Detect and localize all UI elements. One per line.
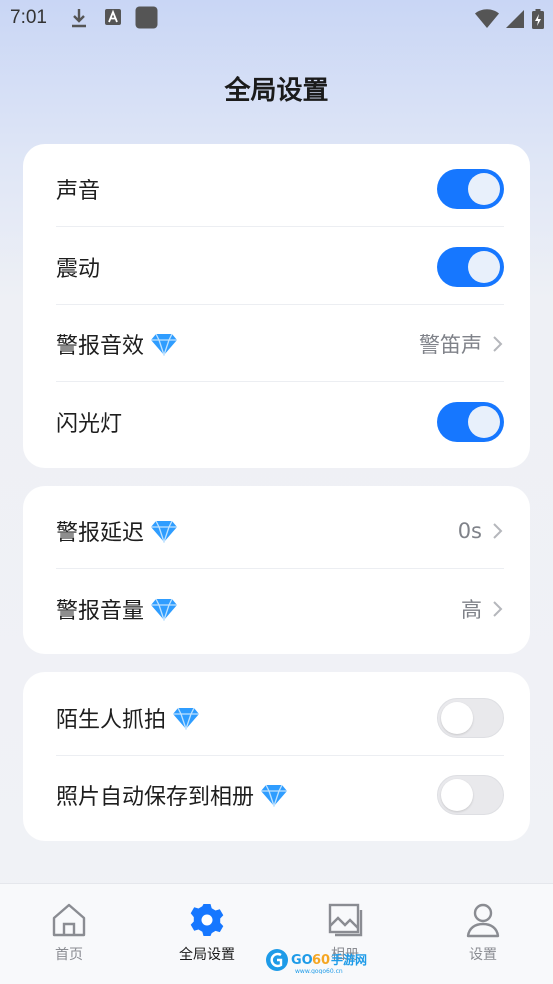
chevron-right-icon (493, 600, 503, 617)
stranger-capture-label: 陌生人抓拍 (56, 707, 167, 733)
alarm-volume-label: 警报音量 (56, 598, 145, 624)
row-label: 警报音效 (56, 328, 178, 360)
stranger-capture-toggle[interactable] (437, 697, 504, 738)
svg-text:GO: GO (291, 953, 313, 968)
row-sound[interactable]: 声音 (56, 150, 504, 227)
value-text: 0s (457, 518, 482, 543)
alarm-sound-value: 警笛声 (419, 329, 504, 359)
row-label: 震动 (56, 251, 100, 283)
diamond-icon (151, 598, 178, 621)
chevron-right-icon (493, 335, 503, 352)
diamond-icon (151, 333, 178, 356)
gear-icon (190, 904, 224, 936)
row-label: 警报延迟 (56, 515, 178, 547)
flashlight-toggle[interactable] (437, 401, 504, 442)
flashlight-label: 闪光灯 (56, 411, 123, 437)
vibration-label: 震动 (56, 256, 101, 282)
row-label: 陌生人抓拍 (56, 702, 200, 734)
row-stranger-capture[interactable]: 陌生人抓拍 (56, 679, 504, 756)
row-alarm-delay[interactable]: 警报延迟 0s (56, 492, 504, 569)
user-icon (466, 903, 500, 938)
toggle-knob (468, 250, 500, 283)
watermark-logo: GO 60 手游网 www.gogo60.cn (266, 949, 367, 974)
toggle-knob (468, 405, 500, 438)
chevron-right-icon (493, 522, 503, 539)
diamond-icon (261, 784, 288, 807)
toggle-knob (468, 172, 500, 205)
row-label: 闪光灯 (56, 406, 122, 438)
alarm-delay-value: 0s (458, 519, 504, 543)
nav-settings[interactable]: 设置 (437, 902, 529, 964)
app-square-icon (135, 6, 158, 29)
nav-global-settings-label: 全局设置 (179, 947, 235, 963)
keyboard-a-icon (105, 9, 121, 25)
vibration-toggle[interactable] (437, 246, 504, 287)
settings-group-3: 陌生人抓拍 照片自动保存到相册 (23, 672, 530, 841)
status-time: 7:01 (10, 7, 47, 28)
signal-icon (506, 10, 524, 28)
download-icon (72, 9, 86, 28)
alarm-sound-label: 警报音效 (56, 333, 145, 359)
alarm-volume-value: 高 (461, 594, 504, 624)
toggle-knob (441, 701, 473, 734)
nav-home[interactable]: 首页 (23, 902, 115, 964)
alarm-delay-label: 警报延迟 (56, 520, 145, 546)
sound-toggle[interactable] (437, 168, 504, 209)
svg-text:手游网: 手游网 (331, 952, 367, 967)
row-flashlight[interactable]: 闪光灯 (56, 383, 504, 460)
value-text: 警笛声 (419, 332, 482, 357)
toggle-knob (441, 778, 473, 811)
row-label: 照片自动保存到相册 (56, 779, 288, 811)
svg-text:60: 60 (312, 953, 330, 968)
row-vibration[interactable]: 震动 (56, 228, 504, 305)
settings-group-2: 警报延迟 0s 警报音量 高 (23, 486, 530, 654)
nav-global-settings[interactable]: 全局设置 (161, 902, 253, 964)
album-icon (328, 903, 363, 937)
wifi-icon (475, 9, 499, 28)
value-text: 高 (461, 597, 482, 622)
nav-settings-label: 设置 (469, 947, 497, 963)
battery-charging-icon (532, 9, 544, 29)
row-auto-save-photos[interactable]: 照片自动保存到相册 (56, 756, 504, 833)
row-label: 声音 (56, 173, 100, 205)
nav-home-label: 首页 (55, 947, 83, 963)
svg-text:www.gogo60.cn: www.gogo60.cn (295, 968, 343, 974)
row-alarm-volume[interactable]: 警报音量 高 (56, 570, 504, 647)
row-label: 警报音量 (56, 593, 178, 625)
status-bar: 7:01 (0, 0, 553, 40)
diamond-icon (173, 707, 200, 730)
auto-save-photos-toggle[interactable] (437, 774, 504, 815)
diamond-icon (151, 520, 178, 543)
sound-label: 声音 (56, 178, 101, 204)
row-alarm-sound[interactable]: 警报音效 警笛声 (56, 305, 504, 382)
auto-save-photos-label: 照片自动保存到相册 (56, 784, 255, 810)
settings-group-1: 声音 震动 警报音效 警笛声 闪光灯 (23, 144, 530, 468)
page-title: 全局设置 (224, 76, 329, 106)
home-icon (52, 903, 86, 937)
